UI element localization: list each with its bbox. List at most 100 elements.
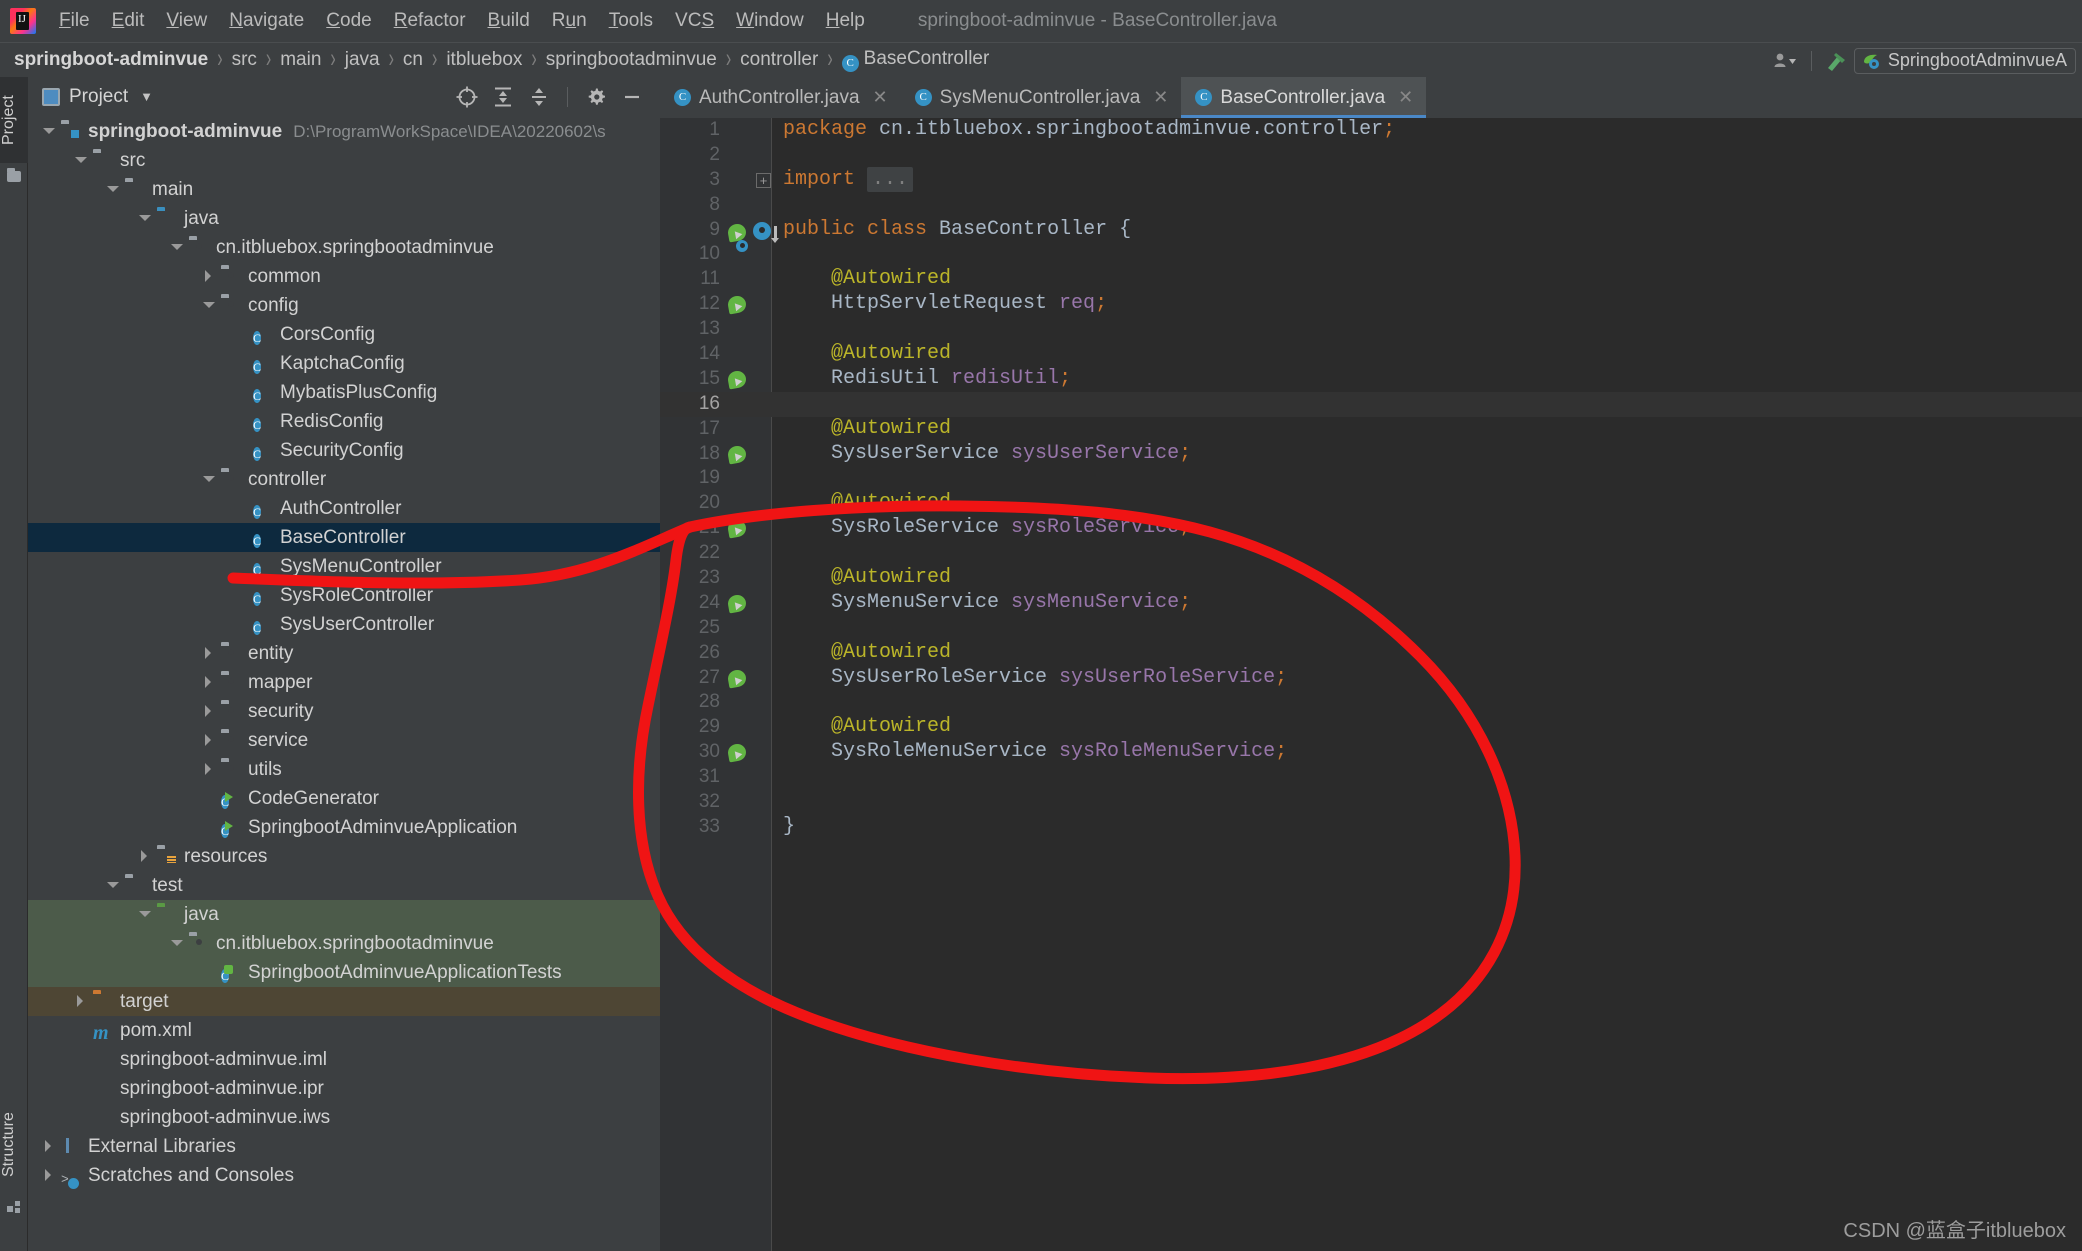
editor-tab-authcontroller-java[interactable]: C AuthController.java ✕ <box>660 77 901 118</box>
breadcrumb-item-controller[interactable]: controller <box>740 49 818 71</box>
code-line[interactable]: 23 @Autowired <box>660 566 2082 591</box>
tree-node-corsconfig[interactable]: C CorsConfig <box>28 320 660 349</box>
build-hammer-icon[interactable] <box>1820 47 1854 75</box>
chevron-down-icon[interactable] <box>202 473 215 486</box>
code-line[interactable]: 19 <box>660 466 2082 491</box>
code-line[interactable]: 27 SysUserRoleService sysUserRoleService… <box>660 666 2082 691</box>
tree-node-mapper[interactable]: mapper <box>28 668 660 697</box>
chevron-right-icon[interactable] <box>202 676 215 689</box>
chevron-right-icon[interactable] <box>202 734 215 747</box>
tree-node-codegenerator[interactable]: C CodeGenerator <box>28 784 660 813</box>
code-line[interactable]: 26 @Autowired <box>660 641 2082 666</box>
tree-node-authcontroller[interactable]: C AuthController <box>28 494 660 523</box>
code-line[interactable]: 29 @Autowired <box>660 715 2082 740</box>
code-line[interactable]: 12 HttpServletRequest req; <box>660 292 2082 317</box>
code-line[interactable]: 2 <box>660 143 2082 168</box>
tree-node-security[interactable]: security <box>28 697 660 726</box>
breadcrumb-item-itbluebox[interactable]: itbluebox <box>446 49 522 71</box>
code-line[interactable]: 8 <box>660 193 2082 218</box>
tree-node-java[interactable]: java <box>28 204 660 233</box>
tree-node-sysusercontroller[interactable]: C SysUserController <box>28 610 660 639</box>
editor-tab-basecontroller-java[interactable]: C BaseController.java ✕ <box>1181 77 1427 118</box>
code-line[interactable]: 10 <box>660 242 2082 267</box>
chevron-down-icon[interactable] <box>106 879 119 892</box>
close-icon[interactable]: ✕ <box>1398 87 1413 108</box>
chevron-right-icon[interactable] <box>74 995 87 1008</box>
gear-icon[interactable] <box>580 83 612 111</box>
code-line[interactable]: 18 SysUserService sysUserService; <box>660 442 2082 467</box>
code-line[interactable]: 9 public class BaseController { <box>660 218 2082 253</box>
chevron-down-icon[interactable] <box>170 241 183 254</box>
tree-node-java[interactable]: java <box>28 900 660 929</box>
tree-node-springboot-adminvue-ipr[interactable]: springboot-adminvue.ipr <box>28 1074 660 1103</box>
tree-node-main[interactable]: main <box>28 175 660 204</box>
code-line[interactable]: 24 SysMenuService sysMenuService; <box>660 591 2082 616</box>
breadcrumb-item-src[interactable]: src <box>232 49 257 71</box>
code-line[interactable]: 16 <box>660 391 2082 417</box>
chevron-down-icon[interactable] <box>170 937 183 950</box>
code-line[interactable]: 25 <box>660 616 2082 641</box>
tree-node-target[interactable]: target <box>28 987 660 1016</box>
tree-node-springbootadminvueapplicationtests[interactable]: C SpringbootAdminvueApplicationTests <box>28 958 660 987</box>
tree-node-basecontroller[interactable]: C BaseController <box>28 523 660 552</box>
chevron-right-icon[interactable] <box>42 1140 55 1153</box>
tree-node-src[interactable]: src <box>28 146 660 175</box>
hide-panel-icon[interactable] <box>616 83 648 111</box>
tree-node-sysrolecontroller[interactable]: C SysRoleController <box>28 581 660 610</box>
tree-node-cn-itbluebox-springbootadminvue[interactable]: cn.itbluebox.springbootadminvue <box>28 929 660 958</box>
tree-node-external-libraries[interactable]: External Libraries <box>28 1132 660 1161</box>
project-tree[interactable]: springboot-adminvue D:\ProgramWorkSpace\I… <box>28 117 660 1251</box>
tree-node-utils[interactable]: utils <box>28 755 660 784</box>
code-line[interactable]: 22 <box>660 541 2082 566</box>
chevron-down-icon[interactable] <box>202 299 215 312</box>
close-icon[interactable]: ✕ <box>1153 87 1168 108</box>
menu-item-navigate[interactable]: Navigate <box>218 7 315 35</box>
code-line[interactable]: 15 RedisUtil redisUtil; <box>660 367 2082 392</box>
tree-node-service[interactable]: service <box>28 726 660 755</box>
chevron-down-icon[interactable] <box>74 154 87 167</box>
tree-node-springboot-adminvue-iml[interactable]: springboot-adminvue.iml <box>28 1045 660 1074</box>
code-line[interactable]: 13 <box>660 317 2082 342</box>
breadcrumb-item-cn[interactable]: cn <box>403 49 423 71</box>
menu-item-view[interactable]: View <box>155 7 218 35</box>
chevron-down-icon[interactable]: ▼ <box>140 89 153 104</box>
locate-icon[interactable] <box>451 83 483 111</box>
chevron-down-icon[interactable] <box>138 908 151 921</box>
tool-tab-structure[interactable]: Structure <box>0 1097 28 1193</box>
code-line[interactable]: 21 SysRoleService sysRoleService; <box>660 516 2082 541</box>
expand-all-icon[interactable] <box>487 83 519 111</box>
chevron-right-icon[interactable] <box>202 270 215 283</box>
menu-item-code[interactable]: Code <box>315 7 382 35</box>
menu-item-refactor[interactable]: Refactor <box>383 7 477 35</box>
breadcrumb-item-java[interactable]: java <box>345 49 380 71</box>
chevron-right-icon[interactable] <box>138 850 151 863</box>
tree-node-mybatisplusconfig[interactable]: C MybatisPlusConfig <box>28 378 660 407</box>
fold-expand-icon[interactable]: + <box>756 172 771 188</box>
user-dropdown-icon[interactable] <box>1769 47 1803 75</box>
close-icon[interactable]: ✕ <box>873 87 888 108</box>
editor-tab-sysmenucontroller-java[interactable]: C SysMenuController.java ✕ <box>901 77 1182 118</box>
tree-node-cn-itbluebox-springbootadminvue[interactable]: cn.itbluebox.springbootadminvue <box>28 233 660 262</box>
breadcrumb-item-current-file[interactable]: C BaseController <box>841 48 989 72</box>
breadcrumb-item-springboot-adminvue[interactable]: springboot-adminvue <box>14 49 208 71</box>
code-line[interactable]: 3 + import ... <box>660 166 2082 193</box>
code-line[interactable]: 28 <box>660 690 2082 715</box>
tree-node-sysmenucontroller[interactable]: C SysMenuController <box>28 552 660 581</box>
code-editor[interactable]: 1 package cn.itbluebox.springbootadminvue… <box>660 118 2082 1251</box>
menu-item-tools[interactable]: Tools <box>598 7 664 35</box>
overridden-method-icon[interactable] <box>753 221 771 240</box>
menu-item-help[interactable]: Help <box>815 7 876 35</box>
tree-node-resources[interactable]: resources <box>28 842 660 871</box>
breadcrumb-item-springbootadminvue[interactable]: springbootadminvue <box>546 49 717 71</box>
code-line[interactable]: 33} <box>660 815 2082 840</box>
tree-node-pom-xml[interactable]: m pom.xml <box>28 1016 660 1045</box>
chevron-right-icon[interactable] <box>202 647 215 660</box>
menu-item-file[interactable]: File <box>48 7 101 35</box>
run-configuration-selector[interactable]: SpringbootAdminvueA <box>1853 47 2076 74</box>
tree-node-common[interactable]: common <box>28 262 660 291</box>
chevron-down-icon[interactable] <box>138 212 151 225</box>
code-line[interactable]: 17 @Autowired <box>660 417 2082 442</box>
menu-item-window[interactable]: Window <box>725 7 815 35</box>
tree-node-springbootadminvueapplication[interactable]: C SpringbootAdminvueApplication <box>28 813 660 842</box>
tree-node-controller[interactable]: controller <box>28 465 660 494</box>
